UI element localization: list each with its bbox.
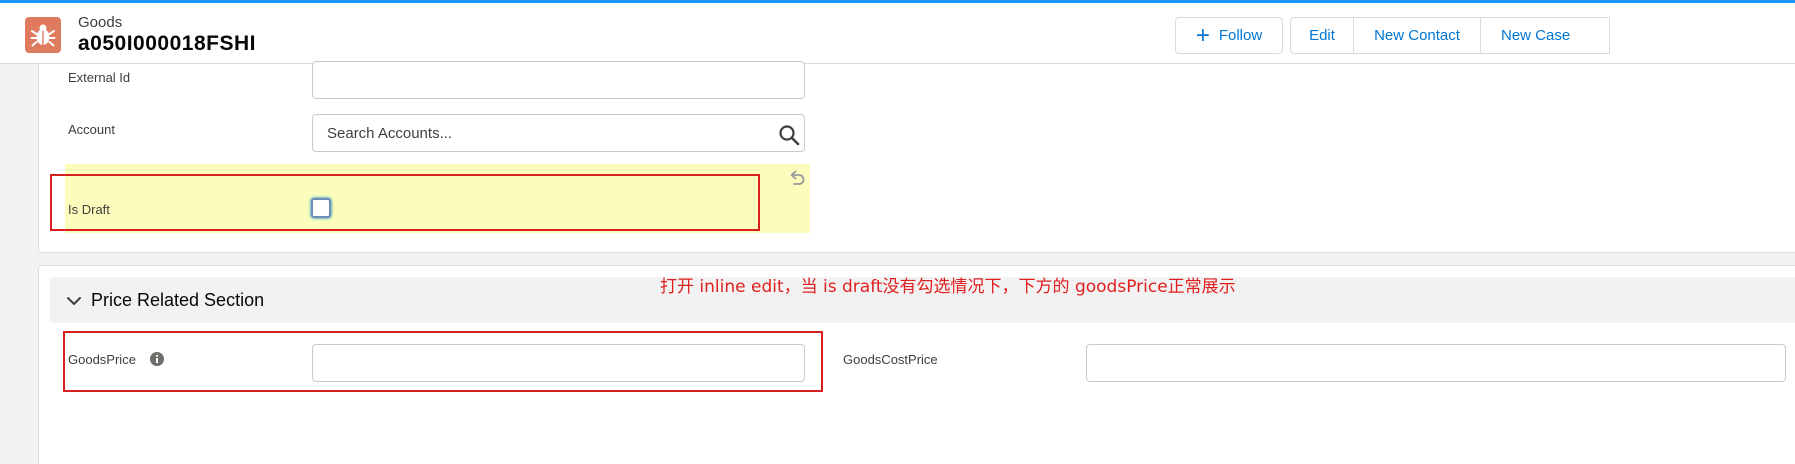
new-contact-button[interactable]: New Contact (1353, 17, 1481, 54)
account-search-input[interactable] (312, 114, 805, 152)
price-section-title: Price Related Section (91, 290, 265, 310)
annotation-note: 打开 inline edit，当 is draft没有勾选情况下，下方的 goo… (660, 277, 1236, 297)
search-icon[interactable] (778, 124, 800, 146)
new-case-button[interactable]: New Case (1480, 17, 1610, 54)
edit-button-label: Edit (1309, 27, 1335, 44)
annotation-box-goods-price (63, 331, 823, 392)
new-contact-button-label: New Contact (1374, 27, 1460, 44)
follow-button-label: Follow (1218, 27, 1263, 44)
external-id-input[interactable] (312, 61, 805, 99)
goods-cost-price-label: GoodsCostPrice (843, 352, 938, 367)
record-header: Goods a050I000018FSHI + Follow Edit New … (0, 3, 1795, 64)
undo-icon[interactable] (788, 169, 806, 187)
object-type-label: Goods (78, 14, 123, 31)
goods-cost-price-input[interactable] (1086, 344, 1786, 382)
edit-button[interactable]: Edit (1290, 17, 1354, 54)
external-id-label: External Id (68, 70, 131, 85)
record-name: a050I000018FSHI (78, 32, 256, 55)
follow-button[interactable]: + Follow (1175, 17, 1283, 54)
plus-icon: + (1195, 21, 1210, 49)
account-label: Account (68, 122, 115, 137)
annotation-box-is-draft (50, 174, 760, 231)
new-case-button-label: New Case (1501, 27, 1571, 44)
bug-icon (25, 17, 61, 53)
chevron-down-icon[interactable] (66, 293, 82, 309)
